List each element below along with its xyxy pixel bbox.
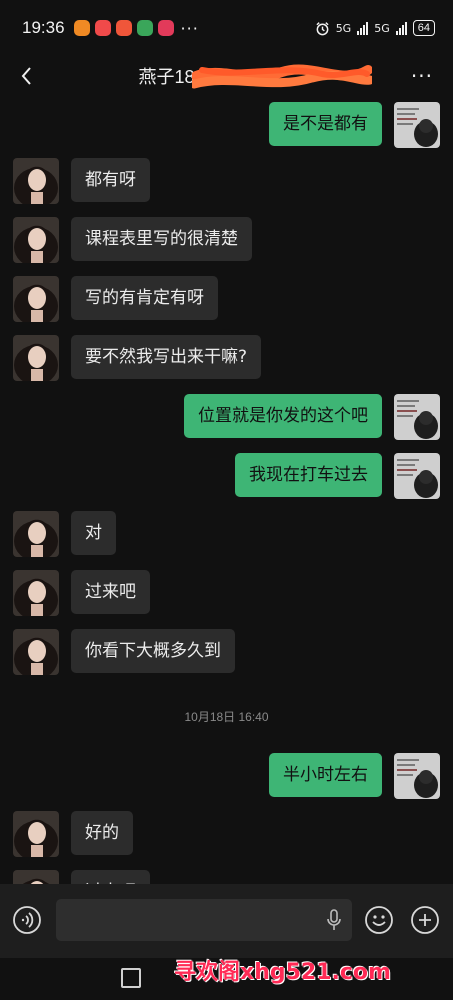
received-message: 你看下大概多久到 bbox=[13, 629, 235, 675]
contact-avatar[interactable] bbox=[13, 870, 59, 884]
contact-avatar[interactable] bbox=[13, 276, 59, 322]
received-message: 对 bbox=[13, 511, 116, 557]
contact-avatar[interactable] bbox=[13, 629, 59, 675]
my-avatar[interactable] bbox=[394, 102, 440, 148]
contact-avatar[interactable] bbox=[13, 811, 59, 857]
sent-message: 半小时左右 bbox=[269, 753, 440, 799]
message-bubble[interactable]: 我现在打车过去 bbox=[235, 453, 382, 497]
emoji-icon[interactable] bbox=[364, 905, 394, 935]
message-bubble[interactable]: 课程表里写的很清楚 bbox=[71, 217, 252, 261]
contact-avatar[interactable] bbox=[13, 335, 59, 381]
message-bubble[interactable]: 写的有肯定有呀 bbox=[71, 276, 218, 320]
message-bubble[interactable]: 对 bbox=[71, 511, 116, 555]
my-avatar[interactable] bbox=[394, 453, 440, 499]
message-bubble[interactable]: 要不然我写出来干嘛? bbox=[71, 335, 262, 379]
message-bubble[interactable]: 过来吧 bbox=[71, 570, 150, 614]
message-bubble[interactable]: 你看下大概多久到 bbox=[71, 629, 235, 673]
sent-message: 是不是都有 bbox=[269, 102, 440, 148]
message-bubble[interactable]: 是不是都有 bbox=[269, 102, 382, 146]
message-bubble[interactable]: 位置就是你发的这个吧 bbox=[184, 394, 382, 438]
add-icon[interactable] bbox=[410, 905, 440, 935]
message-bubble[interactable]: 都有呀 bbox=[71, 158, 150, 202]
message-bubble[interactable]: 好的 bbox=[71, 811, 133, 855]
received-message: 要不然我写出来干嘛? bbox=[13, 335, 262, 381]
contact-avatar[interactable] bbox=[13, 217, 59, 263]
received-message: 过来吧 bbox=[13, 570, 150, 616]
my-avatar[interactable] bbox=[394, 394, 440, 440]
input-bar bbox=[0, 884, 453, 958]
message-input[interactable] bbox=[56, 899, 352, 941]
received-message: 过来吧 bbox=[13, 870, 150, 884]
message-bubble[interactable]: 半小时左右 bbox=[269, 753, 382, 797]
received-message: 都有呀 bbox=[13, 158, 150, 204]
received-message: 好的 bbox=[13, 811, 133, 857]
sent-message: 位置就是你发的这个吧 bbox=[184, 394, 440, 440]
voice-input-icon[interactable] bbox=[12, 905, 42, 935]
contact-avatar[interactable] bbox=[13, 570, 59, 616]
my-avatar[interactable] bbox=[394, 753, 440, 799]
contact-avatar[interactable] bbox=[13, 511, 59, 557]
watermark-text: 寻欢阁xhg521.com bbox=[174, 960, 391, 985]
message-bubble[interactable]: 过来吧 bbox=[71, 870, 150, 884]
received-message: 写的有肯定有呀 bbox=[13, 276, 218, 322]
contact-avatar[interactable] bbox=[13, 158, 59, 204]
received-message: 课程表里写的很清楚 bbox=[13, 217, 252, 263]
message-timestamp: 10月18日 16:40 bbox=[184, 710, 269, 724]
recent-apps-button[interactable] bbox=[121, 968, 141, 988]
sent-message: 我现在打车过去 bbox=[235, 453, 440, 499]
microphone-icon[interactable] bbox=[326, 909, 342, 931]
